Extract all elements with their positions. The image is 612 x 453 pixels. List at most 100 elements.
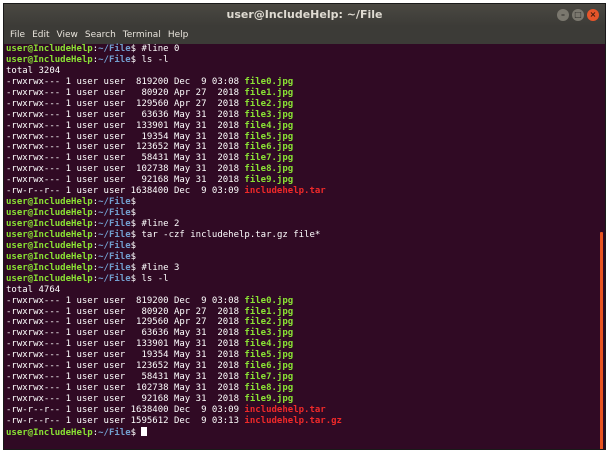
file-meta: -rwxrwx--- 1 user user 102738 May 31 201… bbox=[6, 164, 245, 175]
command-text: #line 0 bbox=[136, 44, 180, 54]
menu-help[interactable]: Help bbox=[168, 30, 189, 40]
file-name: file3.jpg bbox=[244, 328, 294, 339]
menu-edit[interactable]: Edit bbox=[32, 30, 49, 40]
file-listing-row: -rw-r--r-- 1 user user 1638400 Dec 9 03:… bbox=[6, 186, 597, 197]
prompt-symbol: $ bbox=[130, 251, 137, 262]
command-text: ls -l bbox=[136, 54, 169, 65]
prompt-user: user@IncludeHelp bbox=[6, 54, 93, 65]
file-name: file5.jpg bbox=[244, 350, 294, 361]
minimize-button[interactable]: – bbox=[557, 9, 569, 21]
file-meta: -rwxrwx--- 1 user user 819200 Dec 9 03:0… bbox=[6, 295, 245, 306]
file-meta: -rwxrwx--- 1 user user 58431 May 31 2018 bbox=[6, 153, 245, 164]
file-name: file4.jpg bbox=[244, 339, 294, 350]
prompt-user: user@IncludeHelp bbox=[6, 44, 93, 54]
file-name: file8.jpg bbox=[244, 164, 294, 175]
file-listing-row: -rwxrwx--- 1 user user 129560 Apr 27 201… bbox=[6, 99, 597, 110]
file-meta: -rwxrwx--- 1 user user 92168 May 31 2018 bbox=[6, 175, 245, 186]
file-name: file9.jpg bbox=[244, 394, 294, 404]
file-meta: -rwxrwx--- 1 user user 19354 May 31 2018 bbox=[6, 131, 245, 142]
prompt-path: ~/File bbox=[98, 240, 131, 251]
menu-file[interactable]: File bbox=[10, 30, 25, 40]
file-name: file6.jpg bbox=[244, 142, 294, 153]
file-listing-row: -rwxrwx--- 1 user user 102738 May 31 201… bbox=[6, 164, 597, 175]
prompt-path: ~/File bbox=[98, 262, 131, 273]
file-listing-row: -rw-r--r-- 1 user user 1638400 Dec 9 03:… bbox=[6, 405, 597, 416]
terminal-output[interactable]: user@IncludeHelp:~/File$ #line 0 user@Inc… bbox=[6, 44, 597, 449]
file-name: file2.jpg bbox=[244, 98, 294, 109]
prompt-line: user@IncludeHelp:~/File$ #line 2 bbox=[6, 219, 597, 230]
close-button[interactable]: × bbox=[587, 9, 599, 21]
file-name: file2.jpg bbox=[244, 317, 294, 328]
file-listing-row: -rwxrwx--- 1 user user 123652 May 31 201… bbox=[6, 361, 597, 372]
prompt-user: user@IncludeHelp bbox=[6, 273, 93, 284]
cursor bbox=[141, 426, 148, 436]
menu-terminal[interactable]: Terminal bbox=[123, 30, 161, 40]
file-listing-row: -rwxrwx--- 1 user user 819200 Dec 9 03:0… bbox=[6, 296, 597, 307]
file-listing-row: -rwxrwx--- 1 user user 80920 Apr 27 2018… bbox=[6, 88, 597, 99]
command-text: ls -l bbox=[136, 273, 169, 284]
file-meta: -rw-r--r-- 1 user user 1638400 Dec 9 03:… bbox=[6, 186, 245, 197]
prompt-path: ~/File bbox=[98, 251, 131, 262]
command-text: tar -czf includehelp.tar.gz file* bbox=[136, 229, 321, 240]
prompt-line: user@IncludeHelp:~/File$ bbox=[6, 197, 597, 208]
file-listing-row: -rwxrwx--- 1 user user 92168 May 31 2018… bbox=[6, 175, 597, 186]
scrollbar[interactable] bbox=[600, 232, 603, 449]
window-title: user@IncludeHelp: ~/File bbox=[226, 8, 383, 21]
title-bar[interactable]: user@IncludeHelp: ~/File – □ × bbox=[4, 4, 605, 26]
file-meta: -rwxrwx--- 1 user user 102738 May 31 201… bbox=[6, 383, 245, 394]
file-listing-row: -rwxrwx--- 1 user user 129560 Apr 27 201… bbox=[6, 317, 597, 328]
file-name: file0.jpg bbox=[244, 76, 294, 87]
menu-search[interactable]: Search bbox=[85, 30, 116, 40]
file-name: file0.jpg bbox=[244, 295, 294, 306]
file-name: includehelp.tar bbox=[244, 186, 326, 197]
prompt-user: user@IncludeHelp bbox=[6, 219, 93, 229]
file-name: file7.jpg bbox=[244, 372, 294, 383]
prompt-user: user@IncludeHelp bbox=[6, 208, 93, 219]
prompt-path: ~/File bbox=[98, 427, 131, 438]
file-listing-row: -rwxrwx--- 1 user user 80920 Apr 27 2018… bbox=[6, 307, 597, 318]
prompt-line: user@IncludeHelp:~/File$ #line 0 bbox=[6, 44, 597, 55]
prompt-line: user@IncludeHelp:~/File$ #line 3 bbox=[6, 263, 597, 274]
file-listing-row: -rwxrwx--- 1 user user 133901 May 31 201… bbox=[6, 339, 597, 350]
output-text: total 3204 bbox=[6, 65, 61, 76]
prompt-line: user@IncludeHelp:~/File$ bbox=[6, 208, 597, 219]
prompt-user: user@IncludeHelp bbox=[6, 262, 93, 273]
menu-view[interactable]: View bbox=[57, 30, 78, 40]
file-meta: -rwxrwx--- 1 user user 92168 May 31 2018 bbox=[6, 394, 245, 404]
window-controls: – □ × bbox=[557, 9, 599, 21]
prompt-path: ~/File bbox=[98, 208, 131, 219]
file-listing-row: -rwxrwx--- 1 user user 102738 May 31 201… bbox=[6, 383, 597, 394]
prompt-path: ~/File bbox=[98, 273, 131, 284]
prompt-line: user@IncludeHelp:~/File$ ls -l bbox=[6, 274, 597, 285]
maximize-button[interactable]: □ bbox=[572, 9, 584, 21]
prompt-user: user@IncludeHelp bbox=[6, 427, 93, 438]
prompt-path: ~/File bbox=[98, 44, 131, 54]
output-text: total 4764 bbox=[6, 284, 61, 295]
prompt-line: user@IncludeHelp:~/File$ tar -czf includ… bbox=[6, 230, 597, 241]
prompt-path: ~/File bbox=[98, 54, 131, 65]
file-listing-row: -rwxrwx--- 1 user user 133901 May 31 201… bbox=[6, 121, 597, 132]
terminal-window: user@IncludeHelp: ~/File – □ × File Edit… bbox=[3, 3, 606, 450]
file-meta: -rwxrwx--- 1 user user 63636 May 31 2018 bbox=[6, 109, 245, 120]
output-line: total 3204 bbox=[6, 66, 597, 77]
file-meta: -rwxrwx--- 1 user user 58431 May 31 2018 bbox=[6, 372, 245, 383]
prompt-path: ~/File bbox=[98, 197, 131, 208]
file-meta: -rwxrwx--- 1 user user 63636 May 31 2018 bbox=[6, 328, 245, 339]
file-meta: -rw-r--r-- 1 user user 1638400 Dec 9 03:… bbox=[6, 404, 245, 415]
file-listing-row: -rwxrwx--- 1 user user 63636 May 31 2018… bbox=[6, 110, 597, 121]
prompt-user: user@IncludeHelp bbox=[6, 197, 93, 208]
output-line: total 4764 bbox=[6, 285, 597, 296]
prompt-symbol: $ bbox=[130, 197, 137, 208]
file-meta: -rwxrwx--- 1 user user 129560 Apr 27 201… bbox=[6, 317, 245, 328]
file-name: file5.jpg bbox=[244, 131, 294, 142]
prompt-line: user@IncludeHelp:~/File$ bbox=[6, 241, 597, 252]
prompt-line: user@IncludeHelp:~/File$ ls -l bbox=[6, 55, 597, 66]
prompt-user: user@IncludeHelp bbox=[6, 229, 93, 240]
file-meta: -rwxrwx--- 1 user user 19354 May 31 2018 bbox=[6, 350, 245, 361]
command-text: #line 3 bbox=[136, 262, 180, 273]
file-meta: -rw-r--r-- 1 user user 1595612 Dec 9 03:… bbox=[6, 415, 245, 426]
file-listing-row: -rwxrwx--- 1 user user 63636 May 31 2018… bbox=[6, 328, 597, 339]
prompt-path: ~/File bbox=[98, 229, 131, 240]
file-listing-row: -rwxrwx--- 1 user user 19354 May 31 2018… bbox=[6, 132, 597, 143]
command-text: #line 2 bbox=[136, 219, 180, 229]
